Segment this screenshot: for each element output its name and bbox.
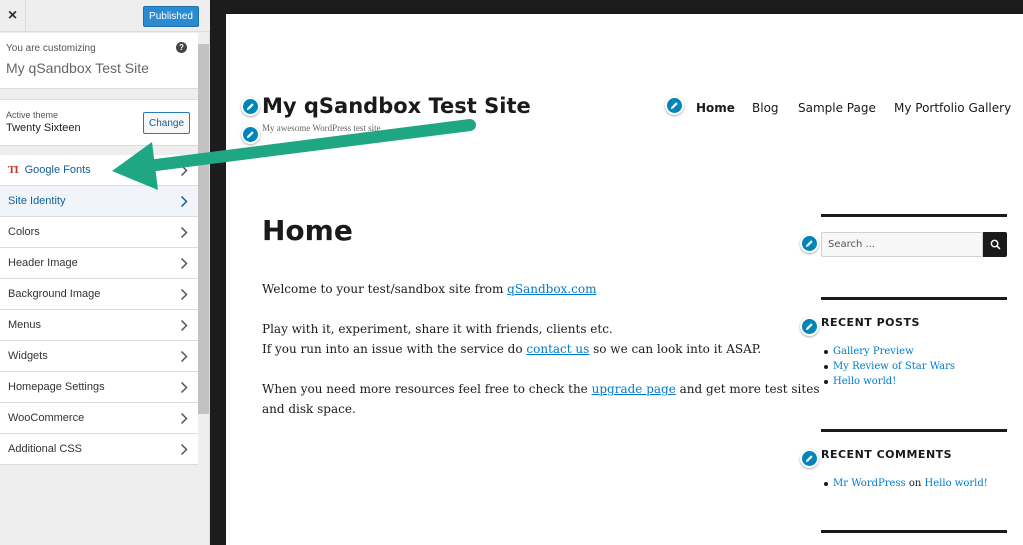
menu-item-header-image[interactable]: Header Image	[0, 248, 198, 279]
active-theme-panel: Active theme Twenty Sixteen Change	[0, 99, 198, 146]
menu-item-label: Google Fonts	[24, 164, 91, 176]
menu-item-google-fonts[interactable]: TI Google Fonts	[0, 155, 198, 186]
menu-item-woocommerce[interactable]: WooCommerce	[0, 403, 198, 434]
recent-post-link[interactable]: Gallery Preview	[824, 344, 955, 359]
search-input[interactable]: Search ...	[821, 232, 983, 257]
chevron-right-icon	[180, 288, 188, 301]
pencil-icon[interactable]	[800, 449, 819, 468]
google-fonts-icon: TI	[8, 164, 19, 176]
menu-item-homepage-settings[interactable]: Homepage Settings	[0, 372, 198, 403]
chevron-right-icon	[180, 443, 188, 456]
qsandbox-link[interactable]: qSandbox.com	[507, 282, 596, 296]
menu-item-label: Colors	[8, 226, 40, 238]
chevron-right-icon	[180, 381, 188, 394]
paragraph-disk: and disk space.	[262, 402, 356, 416]
comment-on-text: on	[905, 478, 925, 489]
customizing-label: You are customizing	[6, 43, 96, 54]
widget-divider	[821, 530, 1007, 533]
menu-item-label: Header Image	[8, 257, 78, 269]
menu-item-additional-css[interactable]: Additional CSS	[0, 434, 198, 465]
comment-author-link[interactable]: Mr WordPress	[833, 478, 906, 489]
close-icon[interactable]: ×	[0, 0, 26, 32]
widget-divider	[821, 297, 1007, 300]
widget-divider	[821, 214, 1007, 217]
widget-divider	[821, 429, 1007, 432]
theme-name: Twenty Sixteen	[6, 122, 81, 134]
menu-item-label: Menus	[8, 319, 42, 331]
menu-item-colors[interactable]: Colors	[0, 217, 198, 248]
sidebar-scrollbar[interactable]	[198, 44, 209, 414]
menu-item-widgets[interactable]: Widgets	[0, 341, 198, 372]
pencil-icon[interactable]	[800, 234, 819, 253]
paragraph-play: Play with it, experiment, share it with …	[262, 322, 613, 336]
menu-item-label: Additional CSS	[8, 443, 82, 455]
paragraph-resources: When you need more resources feel free t…	[262, 379, 819, 399]
customizer-menu: TI Google Fonts Site Identity Colors Hea…	[0, 155, 198, 465]
chevron-right-icon	[180, 412, 188, 425]
nav-link-portfolio-gallery[interactable]: My Portfolio Gallery	[894, 101, 1011, 115]
customizer-sidebar: × Published You are customizing ? My qSa…	[0, 0, 210, 545]
chevron-right-icon	[180, 195, 188, 208]
recent-posts-title: RECENT POSTS	[821, 316, 920, 329]
chevron-right-icon	[180, 319, 188, 332]
recent-comment: Mr WordPress on Hello world!	[824, 476, 988, 491]
pencil-icon[interactable]	[665, 96, 684, 115]
paragraph-text: and get more test sites	[675, 382, 820, 396]
menu-item-label: WooCommerce	[8, 412, 85, 424]
change-theme-button[interactable]: Change	[143, 112, 190, 134]
recent-post-link[interactable]: Hello world!	[824, 374, 955, 389]
help-icon[interactable]: ?	[176, 42, 187, 53]
menu-item-label: Background Image	[8, 288, 101, 300]
recent-posts-list: Gallery Preview My Review of Star Wars H…	[824, 344, 955, 389]
paragraph-issue: If you run into an issue with the servic…	[262, 339, 761, 359]
recent-post-link[interactable]: My Review of Star Wars	[824, 359, 955, 374]
customizer-header: × Published	[0, 0, 210, 32]
contact-us-link[interactable]: contact us	[526, 342, 589, 356]
paragraph-welcome: Welcome to your test/sandbox site from q…	[262, 279, 596, 299]
pencil-icon[interactable]	[241, 97, 260, 116]
search-icon[interactable]	[983, 232, 1007, 257]
nav-link-home[interactable]: Home	[696, 101, 735, 115]
comment-post-link[interactable]: Hello world!	[925, 478, 988, 489]
publish-button[interactable]: Published	[143, 6, 199, 27]
chevron-right-icon	[180, 226, 188, 239]
nav-link-blog[interactable]: Blog	[752, 101, 779, 115]
paragraph-text: When you need more resources feel free t…	[262, 382, 592, 396]
menu-item-label: Homepage Settings	[8, 381, 105, 393]
menu-item-menus[interactable]: Menus	[0, 310, 198, 341]
nav-link-sample-page[interactable]: Sample Page	[798, 101, 876, 115]
chevron-right-icon	[180, 350, 188, 363]
upgrade-page-link[interactable]: upgrade page	[592, 382, 676, 396]
menu-item-label: Widgets	[8, 350, 48, 362]
menu-item-label: Site Identity	[8, 195, 66, 207]
customizing-info: You are customizing ? My qSandbox Test S…	[0, 33, 198, 89]
menu-item-background-image[interactable]: Background Image	[0, 279, 198, 310]
recent-comments-list: Mr WordPress on Hello world!	[824, 476, 988, 491]
pencil-icon[interactable]	[800, 317, 819, 336]
menu-item-site-identity[interactable]: Site Identity	[0, 186, 198, 217]
site-title[interactable]: My qSandbox Test Site	[262, 94, 531, 118]
active-theme-label: Active theme	[6, 110, 59, 120]
paragraph-text: Welcome to your test/sandbox site from	[262, 282, 508, 296]
chevron-right-icon	[180, 164, 188, 177]
chevron-right-icon	[180, 257, 188, 270]
page-title: Home	[262, 214, 353, 247]
customizing-site-name: My qSandbox Test Site	[6, 60, 149, 76]
recent-comments-title: RECENT COMMENTS	[821, 448, 953, 461]
pencil-icon[interactable]	[241, 125, 260, 144]
site-tagline: My awesome WordPress test site	[262, 123, 381, 133]
paragraph-text: so we can look into it ASAP.	[589, 342, 762, 356]
paragraph-text: If you run into an issue with the servic…	[262, 342, 527, 356]
